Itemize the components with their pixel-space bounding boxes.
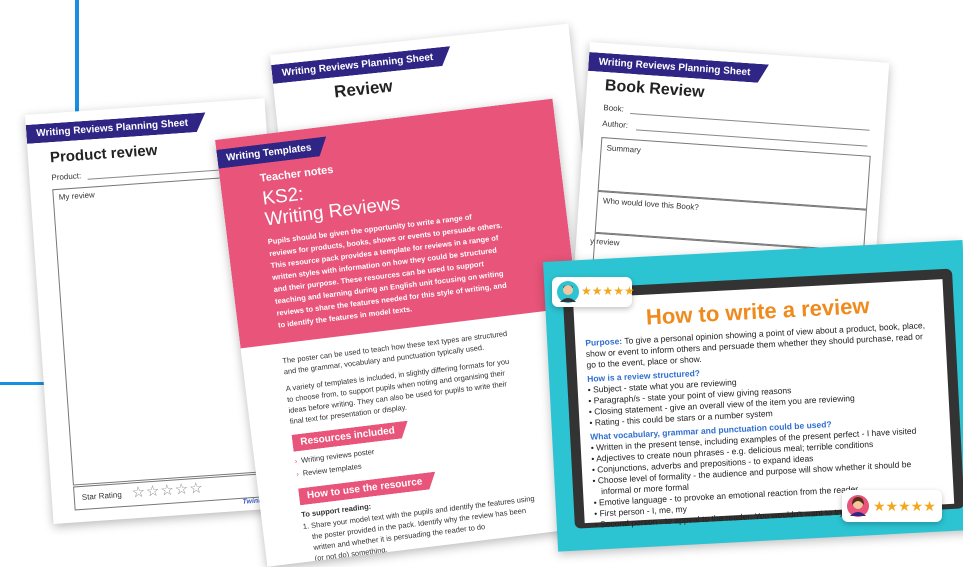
sheet-title: Review (333, 76, 394, 102)
avatar-woman (847, 495, 869, 517)
decorative-line-top (75, 0, 79, 118)
rating-stars: ★★★★★ (581, 284, 635, 298)
person-icon (560, 285, 576, 302)
product-field-label: Product: (51, 171, 82, 183)
sheet-banner: Writing Reviews Planning Sheet (26, 112, 207, 144)
book-field-label: Book: (603, 103, 625, 114)
author-field-label: Author: (602, 119, 629, 130)
avatar-man (557, 281, 579, 303)
sheet-title: Product review (49, 141, 158, 167)
rating-stars: ★★★★★ (873, 498, 936, 514)
sheet-title: Book Review (604, 77, 705, 102)
resources-list: › Writing reviews poster › Review template… (294, 445, 377, 481)
book-field-line[interactable] (630, 112, 870, 131)
review-bubble-top: ★★★★★ (552, 277, 635, 307)
sheet-banner: Writing Reviews Planning Sheet (271, 46, 452, 84)
person-icon (850, 497, 866, 516)
review-bubble-bottom: ★★★★★ (842, 490, 942, 522)
